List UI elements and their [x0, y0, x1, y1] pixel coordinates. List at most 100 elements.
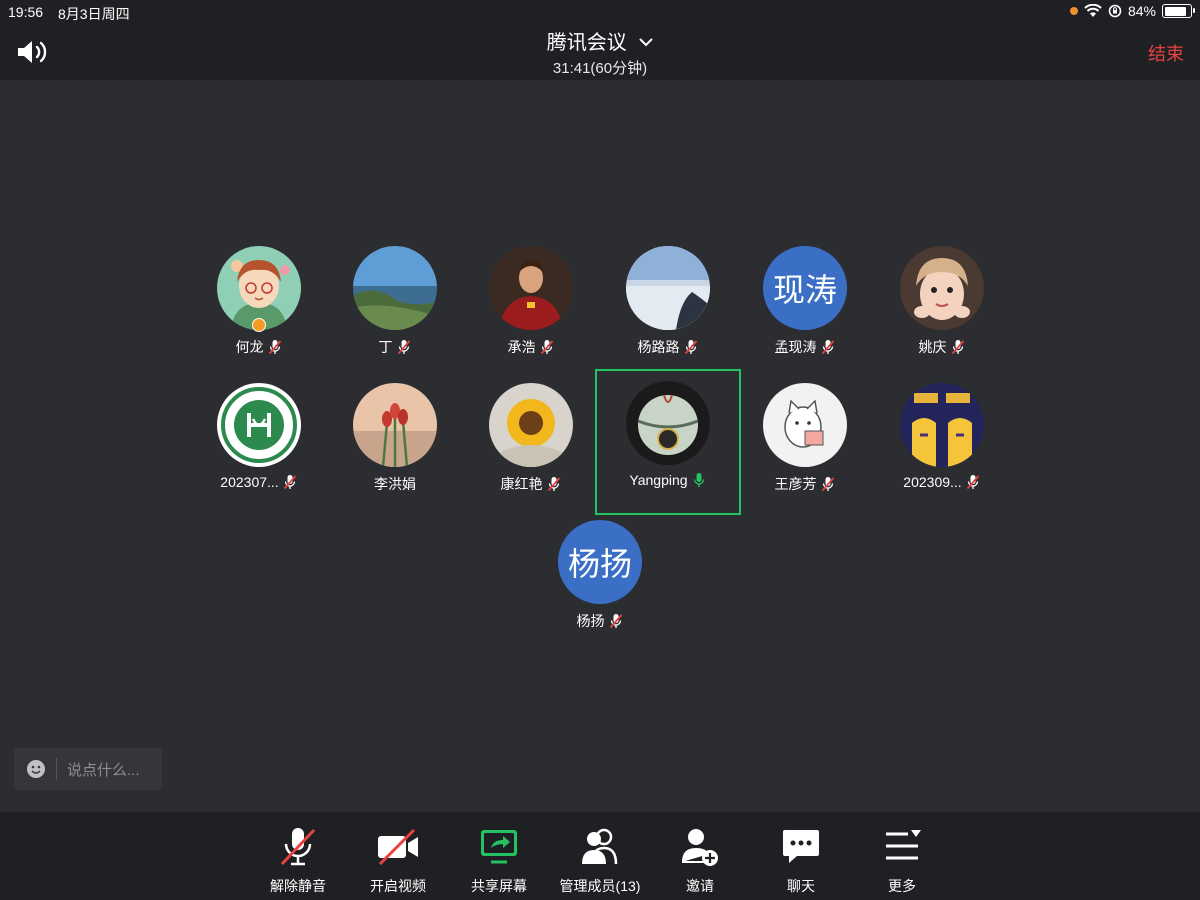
more-button[interactable]: 更多 — [852, 826, 952, 896]
start-video-label: 开启视频 — [370, 878, 426, 894]
mic-active-icon — [693, 473, 704, 487]
participant-name-row: 202307... — [186, 474, 332, 490]
chat-icon — [783, 830, 819, 863]
wifi-icon — [1084, 4, 1102, 17]
emoji-icon[interactable] — [26, 759, 46, 779]
mic-muted-icon — [951, 340, 964, 355]
mic-muted-icon — [547, 477, 560, 492]
avatar: 现涛 — [763, 246, 847, 330]
participant-tile[interactable]: 202307... — [186, 371, 332, 517]
manage-members-button[interactable]: 管理成员(13) — [550, 826, 650, 896]
participant-tile[interactable]: 杨扬 杨扬 — [527, 508, 673, 654]
chevron-down-icon[interactable] — [639, 38, 653, 47]
more-label: 更多 — [888, 878, 916, 894]
add-user-icon — [682, 829, 718, 866]
participant-name: 杨扬 — [576, 613, 605, 629]
start-video-button[interactable]: 开启视频 — [348, 826, 448, 896]
status-time: 19:56 — [8, 4, 44, 20]
avatar — [353, 246, 437, 330]
participant-name: 李洪娟 — [374, 476, 416, 492]
participant-name-row: 康红艳 — [458, 474, 604, 494]
host-badge-icon — [252, 318, 266, 332]
meeting-timer: 31:41(60分钟) — [552, 60, 648, 77]
mic-muted-icon — [283, 475, 296, 490]
avatar — [626, 246, 710, 330]
mic-off-icon — [280, 828, 316, 866]
avatar: 杨扬 — [558, 520, 642, 604]
unmute-button[interactable]: 解除静音 — [248, 826, 348, 896]
members-icon — [582, 828, 618, 865]
participant-name: 何龙 — [235, 339, 264, 355]
unmute-label: 解除静音 — [270, 878, 326, 894]
invite-label: 邀请 — [686, 878, 714, 894]
participant-name-row: 202309... — [869, 474, 1015, 490]
manage-members-label: 管理成员(13) — [559, 878, 641, 894]
participant-name-row: 杨扬 — [527, 611, 673, 631]
meeting-header: 腾讯会议 31:41(60分钟) 结束 — [0, 24, 1200, 80]
avatar — [763, 383, 847, 467]
meeting-title[interactable]: 腾讯会议 — [547, 26, 627, 55]
participant-name-row: Yangping — [597, 472, 739, 488]
share-screen-label: 共享屏幕 — [471, 878, 527, 894]
participant-tile[interactable]: 202309... — [869, 371, 1015, 517]
participant-name-row: 王彦芳 — [732, 474, 878, 494]
share-screen-button[interactable]: 共享屏幕 — [449, 826, 549, 896]
avatar — [900, 246, 984, 330]
chat-button[interactable]: 聊天 — [751, 826, 851, 896]
participant-name: 王彦芳 — [774, 476, 817, 492]
participant-name: 杨路路 — [637, 339, 680, 355]
participant-name: 202309... — [903, 474, 962, 490]
more-menu-icon — [886, 830, 921, 860]
participant-name: 孟现涛 — [774, 339, 817, 355]
participant-tile[interactable]: 李洪娟 — [322, 371, 468, 517]
participant-tile[interactable]: 康红艳 — [458, 371, 604, 517]
participant-name: 康红艳 — [500, 476, 543, 492]
participant-tile[interactable]: 承浩 — [458, 234, 604, 380]
participant-name-row: 孟现涛 — [732, 337, 878, 357]
mic-muted-icon — [540, 340, 553, 355]
chat-placeholder[interactable]: 说点什么... — [67, 759, 140, 780]
participant-tile[interactable]: 姚庆 — [869, 234, 1015, 380]
avatar — [353, 383, 437, 467]
participant-name: 姚庆 — [918, 339, 947, 355]
avatar — [626, 381, 710, 465]
status-date: 8月3日周四 — [58, 6, 130, 22]
chat-divider — [56, 758, 57, 780]
participant-name: 202307... — [220, 474, 279, 490]
participant-tile[interactable]: 何龙 — [186, 234, 332, 380]
recording-dot-icon — [1069, 7, 1078, 15]
mic-muted-icon — [397, 340, 410, 355]
avatar — [489, 383, 573, 467]
mic-muted-icon — [609, 614, 622, 629]
bottom-toolbar: 解除静音 开启视频 共享屏幕 管理成员(13) 邀请 聊天 更多 — [0, 812, 1200, 900]
participant-tile[interactable]: 丁 — [322, 234, 468, 380]
participant-name-row: 姚庆 — [869, 337, 1015, 357]
participant-tile[interactable]: 王彦芳 — [732, 371, 878, 517]
participant-tile[interactable]: 现涛 孟现涛 — [732, 234, 878, 380]
participant-tile-active-speaker[interactable]: Yangping — [595, 369, 741, 515]
participant-name: 承浩 — [507, 339, 536, 355]
meeting-title-block[interactable]: 腾讯会议 31:41(60分钟) — [0, 26, 1200, 78]
participant-name: 丁 — [378, 339, 393, 355]
mic-muted-icon — [684, 340, 697, 355]
share-screen-icon — [481, 830, 517, 864]
mic-muted-icon — [821, 477, 834, 492]
mic-muted-icon — [966, 475, 979, 490]
avatar — [900, 383, 984, 467]
mic-muted-icon — [268, 340, 281, 355]
participant-name: Yangping — [629, 472, 688, 488]
status-right: 84% — [1069, 3, 1195, 19]
participant-name-row: 杨路路 — [595, 337, 741, 357]
battery-percent: 84% — [1127, 3, 1156, 19]
participant-name-row: 李洪娟 — [322, 474, 468, 494]
end-meeting-button[interactable]: 结束 — [1148, 40, 1184, 66]
participant-name-row: 何龙 — [186, 337, 332, 357]
avatar — [489, 246, 573, 330]
chat-label: 聊天 — [787, 878, 815, 894]
invite-button[interactable]: 邀请 — [650, 826, 750, 896]
mic-muted-icon — [821, 340, 834, 355]
chat-input[interactable]: 说点什么... — [14, 748, 162, 790]
participant-tile[interactable]: 杨路路 — [595, 234, 741, 380]
participant-name-row: 承浩 — [458, 337, 604, 357]
video-off-icon — [378, 828, 418, 866]
